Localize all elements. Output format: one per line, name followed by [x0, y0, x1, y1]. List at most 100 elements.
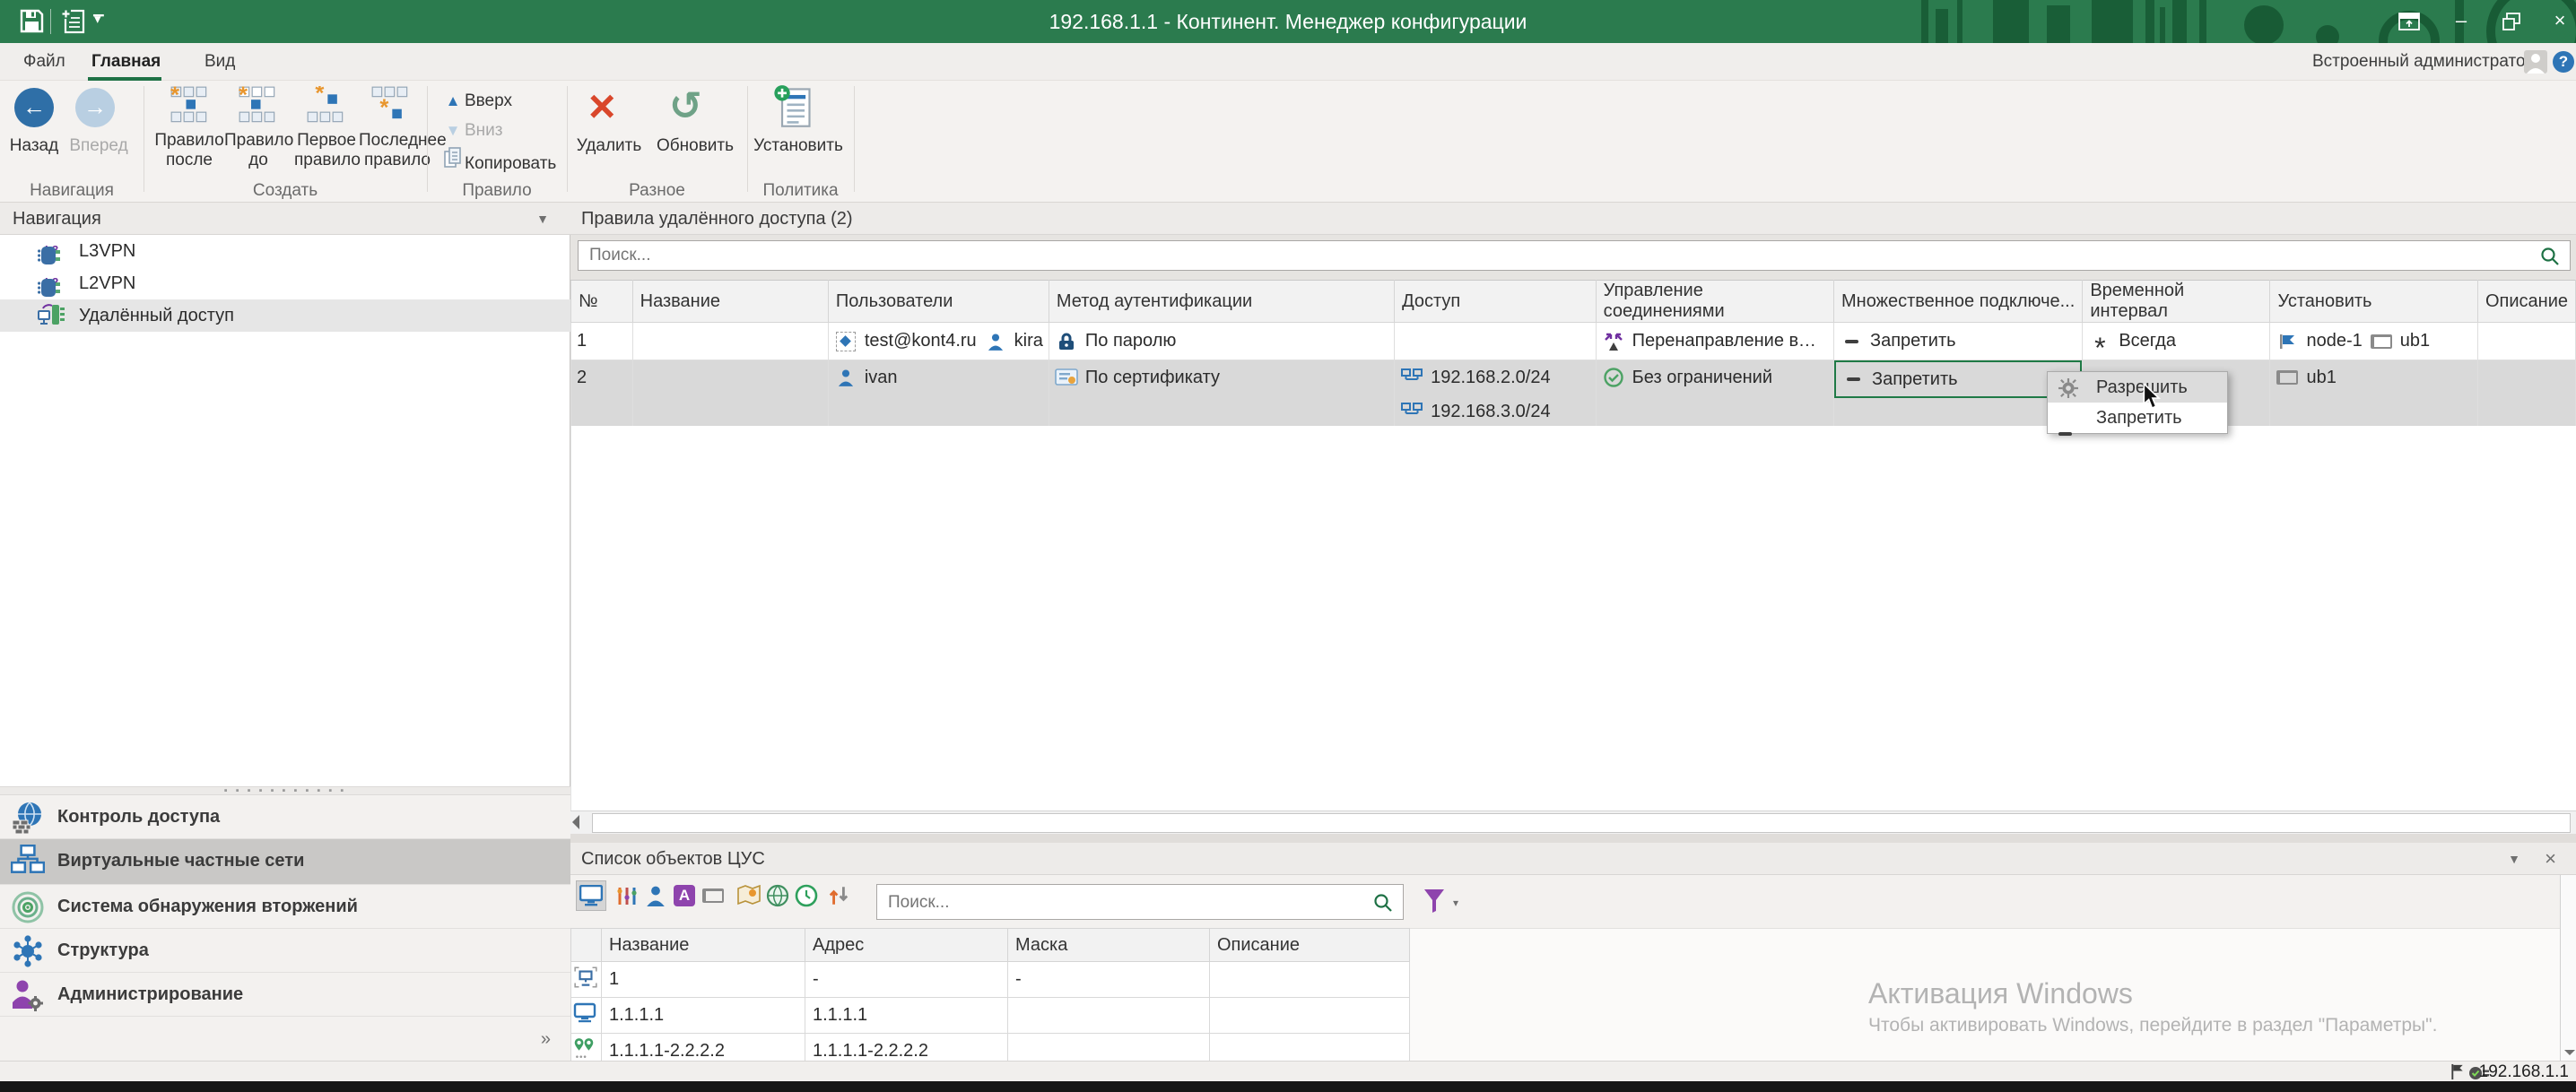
rule-before-label[interactable]: Правилодо — [224, 131, 292, 170]
rules-hscrollbar[interactable] — [570, 810, 2576, 834]
col-install[interactable]: Установить — [2270, 281, 2478, 323]
install-policy-quick-icon[interactable] — [59, 7, 86, 39]
node-icon — [2276, 333, 2299, 351]
refresh-label[interactable]: Обновить — [655, 136, 735, 156]
first-rule-label[interactable]: Первоеправило — [294, 131, 359, 170]
objects-col-name[interactable]: Название — [602, 929, 805, 962]
objects-col-addr[interactable]: Адрес — [805, 929, 1008, 962]
delete-label[interactable]: Удалить — [574, 136, 644, 156]
objects-search-box[interactable] — [876, 884, 1404, 920]
scroll-left-icon[interactable] — [572, 815, 579, 829]
filter-users-icon[interactable] — [640, 880, 671, 911]
filter-hosts-icon[interactable] — [576, 880, 606, 911]
minimize-icon[interactable]: – — [2441, 7, 2481, 36]
sidebar-item-l3vpn[interactable]: L3 L3VPN — [0, 235, 570, 267]
tab-home[interactable]: Главная — [91, 43, 161, 81]
delete-icon[interactable]: × — [588, 82, 615, 131]
filter-funnel-icon[interactable] — [1423, 888, 1446, 920]
rule-row-2[interactable]: 2 ivan По сертификату 192.168.2.0/24 — [571, 360, 2576, 430]
move-down-button[interactable]: ▼Вниз — [441, 117, 503, 144]
filter-map-icon[interactable] — [734, 880, 764, 911]
sidebar-section-administration[interactable]: Администрирование — [0, 973, 570, 1017]
sidebar-item-l2vpn[interactable]: L2 L2VPN — [0, 267, 570, 299]
help-icon[interactable]: ? — [2553, 51, 2574, 73]
copy-button[interactable]: Копировать — [441, 147, 556, 174]
refresh-icon[interactable]: ↺ — [669, 84, 702, 129]
close-icon[interactable]: × — [2540, 7, 2576, 36]
sidebar-section-structure[interactable]: Структура — [0, 929, 570, 973]
install-policy-label[interactable]: Установить — [753, 136, 843, 156]
col-auth[interactable]: Метод аутентификации — [1049, 281, 1394, 323]
search-icon[interactable] — [2539, 246, 2561, 273]
filter-console-icon[interactable] — [698, 880, 728, 911]
back-button[interactable]: ← — [14, 88, 54, 127]
dropdown-option-deny[interactable]: Запретить — [2048, 403, 2227, 433]
user-icon — [834, 368, 857, 386]
hscroll-thumb[interactable] — [592, 813, 2571, 833]
collapse-panel-icon[interactable]: ▼ — [536, 203, 549, 235]
avatar[interactable] — [2524, 50, 2547, 74]
sidebar-splitter[interactable]: ▪ ▪ ▪ ▪ ▪ ▪ ▪ ▪ ▪ ▪ ▪ — [0, 786, 570, 795]
access-control-label: Контроль доступа — [57, 795, 220, 839]
object-row-3[interactable]: 1.1.1.1-2.2.2.2 1.1.1.1-2.2.2.2 — [571, 1034, 1410, 1062]
sidebar-section-vpn[interactable]: Виртуальные частные сети — [0, 839, 570, 885]
objects-col-desc[interactable]: Описание — [1210, 929, 1410, 962]
col-desc[interactable]: Описание — [2477, 281, 2575, 323]
filter-services-icon[interactable] — [823, 880, 854, 911]
col-users[interactable]: Пользователи — [828, 281, 1049, 323]
objects-search-input[interactable] — [886, 890, 1373, 915]
tab-view[interactable]: Вид — [205, 43, 235, 81]
first-rule-icon[interactable]: * — [307, 86, 344, 129]
group-label-navigation: Навигация — [0, 181, 144, 201]
tab-file[interactable]: Файл — [23, 43, 65, 81]
object-row-1[interactable]: 1 - - — [571, 962, 1410, 998]
objects-vscrollbar[interactable] — [2560, 875, 2576, 1061]
object1-icon-cell — [571, 962, 602, 998]
object-row-2[interactable]: 1.1.1.1 1.1.1.1 — [571, 998, 1410, 1034]
forward-button[interactable]: → — [75, 88, 115, 127]
rules-search-box[interactable] — [578, 240, 2571, 271]
rule2-name — [632, 360, 828, 430]
rule-before-icon[interactable]: * — [239, 86, 276, 129]
sidebar-item-remote-access[interactable]: Удалённый доступ — [0, 299, 570, 332]
expand-sections-icon[interactable]: » — [541, 1029, 551, 1050]
objects-close-icon[interactable]: × — [2545, 843, 2556, 875]
objects-collapse-icon[interactable]: ▼ — [2508, 843, 2520, 875]
col-num[interactable]: № — [571, 281, 633, 323]
objects-col-mask[interactable]: Маска — [1008, 929, 1210, 962]
rule-after-icon[interactable]: * — [170, 86, 208, 129]
sidebar-section-ids[interactable]: Система обнаружения вторжений — [0, 885, 570, 929]
install-policy-icon[interactable] — [773, 84, 813, 134]
sidebar-section-access-control[interactable]: Контроль доступа — [0, 795, 570, 839]
col-multi[interactable]: Множественное подключе... — [1834, 281, 2083, 323]
filter-columns-icon[interactable] — [612, 880, 642, 911]
rules-search-input[interactable] — [587, 243, 2423, 268]
rule-row-1[interactable]: 1 test@kont4.ru kira По паролю — [571, 323, 2576, 360]
save-icon[interactable] — [20, 9, 44, 39]
rules-header-row: № Название Пользователи Метод аутентифик… — [571, 281, 2576, 323]
rule2-multi-cell[interactable]: Запретить — [1834, 360, 2083, 430]
col-interval[interactable]: Временной интервал — [2083, 281, 2270, 323]
filter-globe-icon[interactable] — [762, 880, 793, 911]
dropdown-option-allow[interactable]: Разрешить — [2048, 372, 2227, 403]
funnel-dropdown-icon[interactable]: ▾ — [1453, 897, 1458, 909]
filter-time-icon[interactable] — [791, 880, 822, 911]
objects-search-icon[interactable] — [1372, 892, 1394, 919]
filter-apps-icon[interactable]: A — [669, 880, 700, 911]
objects-header-row: Название Адрес Маска Описание — [571, 929, 1410, 962]
col-conn[interactable]: Управление соединениями — [1596, 281, 1833, 323]
rule-after-label[interactable]: Правилопосле — [154, 131, 224, 170]
last-rule-icon[interactable]: * — [371, 86, 409, 129]
ribbon-display-options-icon[interactable] — [2389, 7, 2429, 36]
last-rule-label[interactable]: Последнееправило — [359, 131, 436, 170]
qat-customize-icon[interactable]: ▔▾ — [93, 14, 104, 47]
rules-table: № Название Пользователи Метод аутентифик… — [570, 280, 2576, 430]
move-up-button[interactable]: ▲Вверх — [441, 88, 512, 115]
restore-icon[interactable] — [2492, 7, 2531, 36]
rule2-users: ivan — [828, 360, 1049, 430]
scroll-down-icon[interactable] — [2564, 1050, 2575, 1055]
col-access[interactable]: Доступ — [1395, 281, 1597, 323]
col-name[interactable]: Название — [632, 281, 828, 323]
objects-toolbar: A — [570, 875, 2576, 929]
object2-name: 1.1.1.1 — [602, 998, 805, 1034]
